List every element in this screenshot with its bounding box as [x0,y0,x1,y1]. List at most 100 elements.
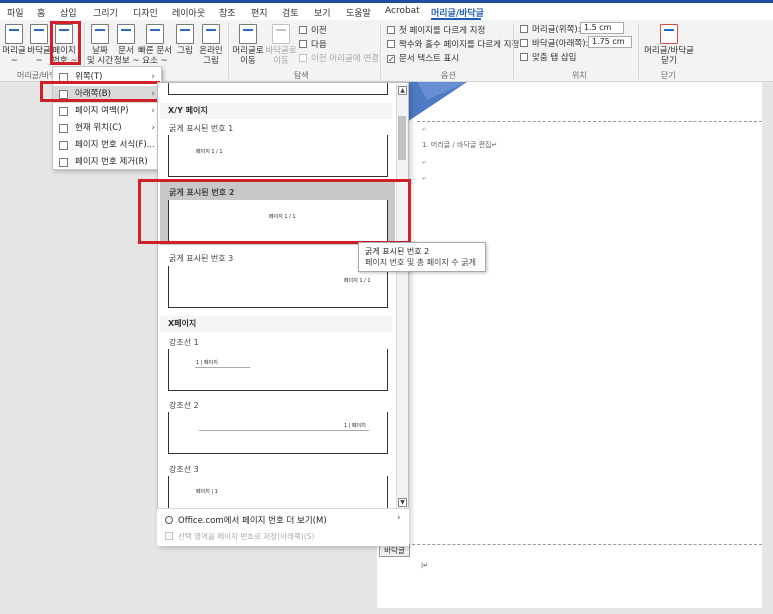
tab-view[interactable]: 보기 [314,6,331,19]
header-button[interactable]: 머리글 ~ [2,24,26,66]
online-picture-button[interactable]: 온라인 그림 [198,24,224,66]
tab-review[interactable]: 검토 [282,6,299,19]
close-header-footer-label: 머리글/바닥글 [644,46,694,56]
tab-draw[interactable]: 그리기 [93,6,118,19]
menu-item-page-margins[interactable]: 페이지 여백(P) › [53,103,161,120]
save-selection-to-gallery[interactable]: 선택 영역을 페이지 번호로 저장(아래쪽)(S) [165,531,314,542]
quick-parts-label-2: 요소 ~ [142,56,168,66]
close-icon [660,24,678,44]
ribbon-separator [513,23,514,79]
checkbox-checked-icon: ✓ [387,55,395,64]
different-first-page-checkbox[interactable]: 첫 페이지를 다르게 지정 [387,24,485,36]
tab-file[interactable]: 파일 [7,6,24,19]
paragraph-mark: ↵ [422,126,428,133]
document-info-button[interactable]: 문서 정보 ~ [114,24,139,66]
gallery-item-bold-number-1[interactable]: 페이지 1 / 1 [168,135,388,177]
next-label: 다음 [311,40,327,50]
gallery-item-accent-bar-2[interactable]: 1 | 페이지 [168,412,388,454]
document-info-label: 문서 [118,46,134,56]
page-margins-icon [59,107,68,116]
tab-insert[interactable]: 삽입 [60,6,77,19]
goto-footer-button[interactable]: 바닥글로 이동 [264,24,298,66]
menu-item-label: 페이지 번호 제거(R) [75,157,148,167]
bottom-of-page-highlight-box [40,81,160,102]
goto-footer-label-2: 이동 [273,56,289,66]
document-page[interactable]: ↵ 1. 머리글 / 바닥글 편집↵ ↵ ↵ |↵ [377,82,762,608]
page-number-highlight-box [50,21,81,65]
online-picture-label-2: 그림 [203,56,219,66]
goto-header-label-2: 이동 [240,56,256,66]
close-header-footer-button[interactable]: 머리글/바닥글 닫기 [642,24,696,66]
gallery-section-x: X페이지 [160,316,392,332]
footer-button-caret: ~ [35,56,43,66]
quick-parts-button[interactable]: 빠른 문서 요소 ~ [138,24,172,66]
scrollbar-thumb[interactable] [398,116,406,160]
online-picture-icon [202,24,220,44]
quick-parts-icon [146,24,164,44]
footer-position-icon [520,39,528,47]
tooltip-title: 굵게 표시된 번호 2 [365,247,430,256]
insert-alignment-tab-button[interactable]: 맞춤 탭 삽입 [520,51,577,63]
alignment-tab-icon [520,53,528,61]
remove-page-numbers-icon [59,158,68,167]
thumbnail-text: 페이지 1 / 1 [196,149,223,155]
menu-item-label: 페이지 여백(P) [75,106,129,116]
link-to-previous-button[interactable]: 이전 머리글에 연결 [299,52,379,64]
show-document-text-label: 문서 텍스트 표시 [399,54,460,64]
previous-label: 이전 [311,26,327,36]
header-button-caret: ~ [10,56,18,66]
gallery-item-bold-number-3[interactable]: 페이지 1 / 1 [168,266,388,308]
header-top-spinner[interactable]: 1.5 cm [580,22,624,34]
gallery-item-label: 강조선 3 [169,465,199,474]
group-label-options: 옵션 [441,71,456,80]
tab-references[interactable]: 참조 [219,6,236,19]
link-icon [299,54,307,62]
goto-header-button[interactable]: 머리글로 이동 [231,24,265,66]
gallery-item-label: 강조선 1 [169,338,199,347]
header-top-label: 머리글(위쪽): [532,25,581,35]
gallery-thumbnail-partial[interactable] [168,83,388,95]
tab-design[interactable]: 디자인 [133,6,158,19]
next-button[interactable]: 다음 [299,38,327,50]
scroll-down-arrow-icon[interactable]: ▼ [398,498,407,507]
show-document-text-checkbox[interactable]: ✓ 문서 텍스트 표시 [387,52,459,64]
goto-header-icon [239,24,257,44]
tab-mailings[interactable]: 편지 [251,6,268,19]
footer-bottom-spinner[interactable]: 1.75 cm [588,36,632,48]
thumbnail-text: 페이지 1 / 1 [344,278,371,284]
footer-tag: 바닥글 [379,545,410,557]
menu-item-current-position[interactable]: 현재 위치(C) › [53,120,161,137]
ribbon-separator [638,23,639,79]
globe-icon [165,516,173,524]
menu-item-format-page-numbers[interactable]: 페이지 번호 서식(F)... [53,137,161,154]
date-time-button[interactable]: 날짜 및 시간 [86,24,114,66]
header-position-icon [520,25,528,33]
different-odd-even-checkbox[interactable]: 짝수와 홀수 페이지를 다르게 지정 [387,38,519,50]
date-time-label-2: 및 시간 [86,56,114,66]
picture-button[interactable]: 그림 [174,24,196,56]
gallery-item-accent-bar-1[interactable]: 1 | 페이지 [168,349,388,391]
gallery-footer: Office.com에서 페이지 번호 더 보기(M) › 선택 영역을 페이지… [157,508,409,546]
footer-bottom-label: 바닥글(아래쪽): [532,39,589,49]
ribbon-separator [228,23,229,79]
menu-item-remove-page-numbers[interactable]: 페이지 번호 제거(R) [53,154,161,171]
scroll-up-arrow-icon[interactable]: ▲ [398,86,407,95]
tab-layout[interactable]: 레이아웃 [172,6,205,19]
thumbnail-line [195,367,250,368]
tab-acrobat[interactable]: Acrobat [385,6,420,16]
tab-help[interactable]: 도움말 [346,6,371,19]
next-icon [299,40,307,48]
gallery-section-xy: X/Y 페이지 [160,103,392,119]
chevron-right-icon: › [151,123,155,133]
gallery-item-label: 강조선 2 [169,401,199,410]
tooltip-description: 페이지 번호 및 총 페이지 수 굵게 [365,258,476,267]
footer-cursor: |↵ [421,562,429,569]
previous-button[interactable]: 이전 [299,24,327,36]
tab-home[interactable]: 홈 [37,6,45,19]
more-from-office-link[interactable]: Office.com에서 페이지 번호 더 보기(M) [165,514,327,526]
header-top-position: 머리글(위쪽): [520,23,581,35]
chevron-right-icon: › [397,513,401,523]
footer-button[interactable]: 바닥글 ~ [27,24,51,66]
group-label-position: 위치 [572,71,587,80]
gallery-item-accent-bar-3[interactable]: 페이지 | 1 [168,476,388,510]
